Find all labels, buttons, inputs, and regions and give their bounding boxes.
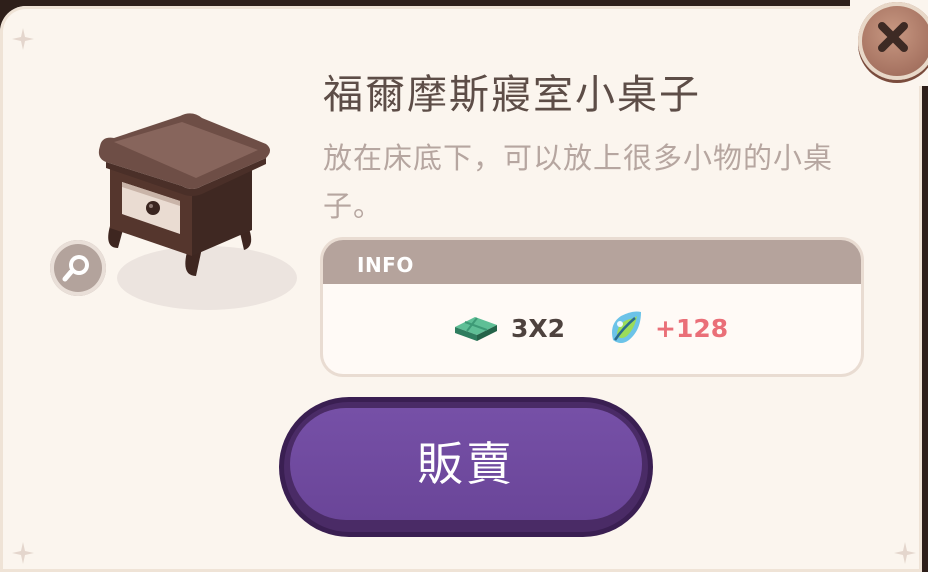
zoom-button[interactable] — [50, 240, 106, 296]
size-value: 3X2 — [511, 313, 566, 343]
close-icon — [878, 22, 908, 52]
leaf-droplet-icon — [612, 311, 641, 343]
sell-button-label: 販賣 — [417, 437, 515, 491]
sell-button[interactable]: 販賣 — [284, 402, 648, 532]
item-title: 福爾摩斯寢室小桌子 — [323, 72, 701, 118]
size-stat: 3X2 — [453, 308, 565, 348]
bonus-stat: +128 — [607, 308, 728, 348]
info-stats-row: 3X2 +128 — [323, 308, 861, 348]
green-tile-icon — [455, 317, 497, 341]
bonus-value: +128 — [655, 313, 729, 343]
item-popup: 福爾摩斯寢室小桌子 放在床底下，可以放上很多小物的小桌子。 INFO 3X2 +… — [0, 0, 928, 572]
close-button-frame — [850, 0, 928, 86]
popup-panel: 福爾摩斯寢室小桌子 放在床底下，可以放上很多小物的小桌子。 INFO 3X2 +… — [0, 6, 922, 572]
corner-ornament-icon — [894, 542, 916, 564]
corner-ornament-icon — [12, 28, 34, 50]
corner-ornament-icon — [12, 542, 34, 564]
item-description: 放在床底下，可以放上很多小物的小桌子。 — [323, 141, 834, 223]
magnifier-icon — [62, 255, 89, 282]
close-button[interactable] — [858, 2, 928, 80]
info-box: INFO 3X2 +128 — [323, 240, 861, 374]
info-header: INFO — [323, 240, 861, 284]
